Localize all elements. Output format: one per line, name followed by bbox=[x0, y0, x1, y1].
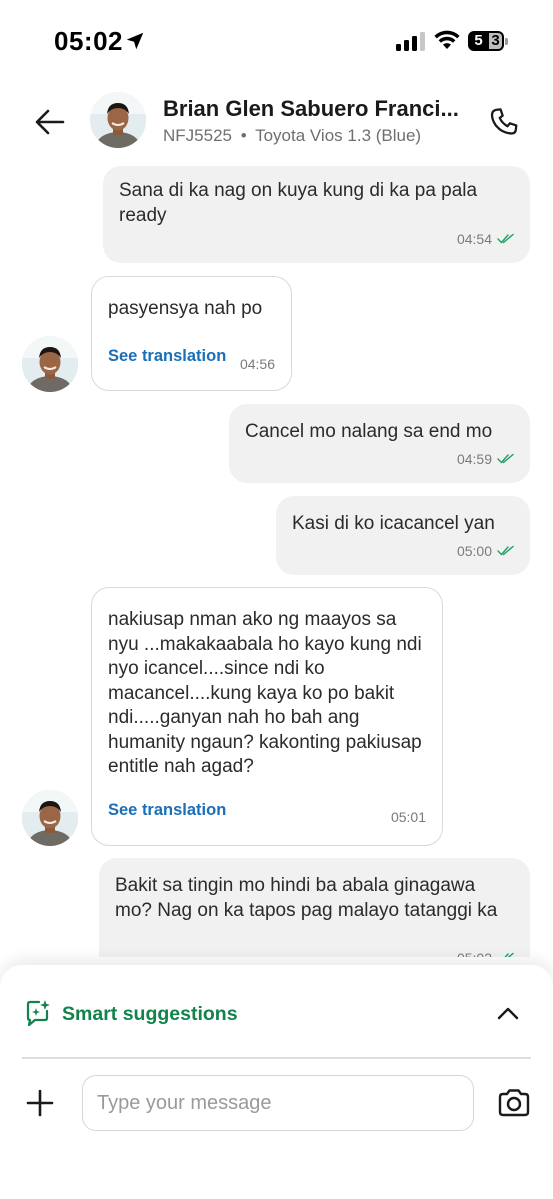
avatar-photo bbox=[22, 336, 78, 392]
message-text: Kasi di ko icacancel yan bbox=[292, 513, 495, 534]
message-bubble-incoming[interactable]: pasyensya nah po See translation 04:56 bbox=[91, 276, 292, 391]
message-time: 05:00 bbox=[456, 542, 492, 559]
arrow-left-icon bbox=[35, 109, 65, 135]
message-meta: 05:01 bbox=[391, 805, 426, 830]
phone-icon bbox=[490, 108, 518, 135]
battery-level-digit: 3 bbox=[491, 32, 500, 49]
status-bar: 05:02 5 3 bbox=[0, 0, 553, 82]
message-text: pasyensya nah po bbox=[108, 298, 263, 319]
chat-header: Brian Glen Sabuero Franci... NFJ5525 • T… bbox=[0, 82, 553, 162]
smart-suggestions-label[interactable]: Smart suggestions bbox=[62, 1003, 238, 1026]
info-separator: • bbox=[240, 126, 247, 145]
sender-avatar[interactable] bbox=[22, 336, 78, 392]
message-meta: 05:02 bbox=[457, 946, 514, 958]
message-text: Cancel mo nalang sa end mo bbox=[245, 421, 493, 442]
message-time: 04:56 bbox=[239, 355, 275, 372]
message-bubble-outgoing[interactable]: Sana di ka nag on kuya kung di ka pa pal… bbox=[103, 166, 530, 263]
message-meta: 04:54 bbox=[457, 227, 514, 252]
avatar-photo bbox=[22, 790, 78, 846]
driver-avatar[interactable] bbox=[90, 92, 146, 148]
double-check-icon bbox=[497, 454, 514, 464]
see-translation-link[interactable]: See translation bbox=[108, 798, 226, 823]
message-time: 05:01 bbox=[390, 808, 426, 825]
message-meta: 04:59 bbox=[457, 447, 514, 472]
vehicle-info: NFJ5525 • Toyota Vios 1.3 (Blue) bbox=[163, 126, 421, 146]
back-button[interactable] bbox=[30, 102, 70, 142]
avatar-photo bbox=[90, 92, 146, 148]
composer-panel: Smart suggestions bbox=[0, 965, 553, 1199]
message-bubble-outgoing[interactable]: Bakit sa tingin mo hindi ba abala ginaga… bbox=[99, 858, 530, 957]
divider bbox=[22, 1057, 531, 1059]
double-check-icon bbox=[504, 953, 514, 957]
camera-icon bbox=[498, 1089, 530, 1117]
add-attachment-button[interactable] bbox=[22, 1085, 58, 1121]
sparkle-chat-icon bbox=[26, 1000, 50, 1027]
status-time: 05:02 bbox=[54, 26, 123, 56]
message-text: Sana di ka nag on kuya kung di ka pa pal… bbox=[119, 180, 478, 226]
double-check-icon bbox=[497, 546, 514, 556]
message-text: nakiusap nman ako ng maayos sa nyu ...ma… bbox=[108, 609, 422, 777]
message-bubble-incoming[interactable]: nakiusap nman ako ng maayos sa nyu ...ma… bbox=[91, 587, 443, 846]
cellular-signal-icon bbox=[396, 32, 425, 51]
message-meta: 04:56 bbox=[240, 352, 275, 377]
message-bubble-outgoing[interactable]: Kasi di ko icacancel yan 05:00 bbox=[276, 496, 530, 575]
message-input[interactable] bbox=[82, 1075, 474, 1131]
camera-button[interactable] bbox=[494, 1083, 534, 1123]
message-meta: 05:00 bbox=[457, 539, 514, 564]
call-button[interactable] bbox=[484, 102, 524, 142]
plus-icon bbox=[26, 1089, 54, 1117]
plate-number: NFJ5525 bbox=[163, 126, 232, 145]
smart-suggestions-toggle[interactable] bbox=[494, 999, 522, 1027]
message-time: 04:59 bbox=[456, 450, 492, 467]
message-bubble-outgoing[interactable]: Cancel mo nalang sa end mo 04:59 bbox=[229, 404, 530, 483]
driver-name: Brian Glen Sabuero Franci... bbox=[163, 96, 459, 121]
message-text: Bakit sa tingin mo hindi ba abala ginaga… bbox=[115, 875, 498, 921]
double-check-icon bbox=[497, 234, 514, 244]
location-arrow-icon bbox=[126, 32, 144, 50]
message-time: 05:02 bbox=[457, 946, 492, 958]
message-list[interactable]: Sana di ka nag on kuya kung di ka pa pal… bbox=[0, 162, 553, 957]
wifi-icon bbox=[434, 30, 460, 49]
battery-level: 5 bbox=[474, 32, 483, 49]
sender-avatar[interactable] bbox=[22, 790, 78, 846]
battery-indicator: 5 3 bbox=[468, 31, 508, 51]
see-translation-link[interactable]: See translation bbox=[108, 344, 226, 369]
vehicle-model: Toyota Vios 1.3 (Blue) bbox=[255, 126, 422, 145]
message-time: 04:54 bbox=[456, 230, 492, 247]
chevron-up-icon bbox=[497, 1007, 519, 1020]
